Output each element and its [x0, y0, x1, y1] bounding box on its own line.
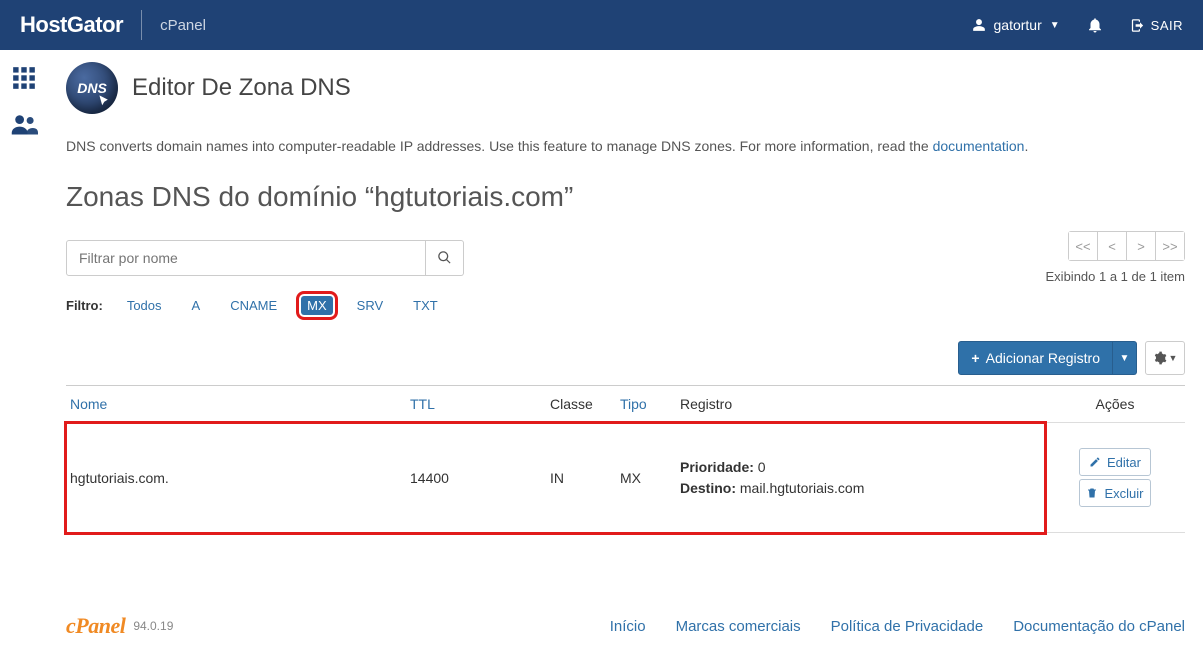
rail-users-button[interactable] — [10, 110, 38, 138]
documentation-link[interactable]: documentation — [933, 138, 1025, 154]
col-header-type[interactable]: Tipo — [616, 386, 676, 423]
search-button[interactable] — [426, 240, 464, 276]
section-title: Zonas DNS do domínio “hgtutoriais.com” — [66, 181, 1185, 213]
filter-item-cname[interactable]: CNAME — [224, 296, 283, 315]
footer-link[interactable]: Marcas comerciais — [676, 618, 801, 635]
add-record-label: Adicionar Registro — [986, 350, 1100, 366]
grid-icon — [11, 65, 37, 91]
col-header-record: Registro — [676, 386, 1045, 423]
logout-button[interactable]: SAIR — [1130, 18, 1183, 33]
record-dest-value: mail.hgtutoriais.com — [740, 480, 865, 496]
user-menu[interactable]: gatortur ▼ — [972, 17, 1060, 33]
side-rail — [0, 50, 48, 663]
filter-item-mx[interactable]: MX — [301, 296, 333, 315]
brand-gator: Gator — [67, 12, 123, 38]
search-icon — [437, 250, 452, 265]
desc-text: DNS converts domain names into computer-… — [66, 138, 933, 154]
footer-link[interactable]: Início — [610, 618, 646, 635]
cell-name: hgtutoriais.com. — [66, 423, 406, 533]
pagination-count-text: Exibindo 1 a 1 de 1 item — [1046, 269, 1185, 284]
footer-link[interactable]: Documentação do cPanel — [1013, 618, 1185, 635]
footer-link[interactable]: Política de Privacidade — [831, 618, 984, 635]
edit-button[interactable]: Editar — [1079, 448, 1151, 476]
cell-type: MX — [616, 423, 676, 533]
rail-apps-button[interactable] — [10, 64, 38, 92]
record-dest-label: Destino: — [680, 480, 736, 496]
cpanel-logo: cPanel — [66, 613, 125, 639]
add-record-group: + Adicionar Registro ▼ — [958, 341, 1137, 375]
footer-links: Início Marcas comerciais Política de Priva… — [610, 618, 1185, 635]
logout-label: SAIR — [1151, 18, 1183, 33]
record-priority-label: Prioridade: — [680, 459, 754, 475]
col-header-name[interactable]: Nome — [66, 386, 406, 423]
top-bar: HostGator cPanel gatortur ▼ SAIR — [0, 0, 1203, 50]
cell-ttl: 14400 — [406, 423, 546, 533]
pencil-icon — [1089, 456, 1101, 468]
page-first-button[interactable]: << — [1068, 231, 1098, 261]
cursor-icon — [98, 94, 112, 108]
brand-divider — [141, 10, 142, 40]
add-record-button[interactable]: + Adicionar Registro — [958, 341, 1113, 375]
cpanel-version: 94.0.19 — [133, 619, 173, 633]
users-icon — [10, 112, 38, 136]
trash-icon — [1086, 487, 1098, 499]
filter-item-a[interactable]: A — [186, 296, 207, 315]
page-header: DNS Editor De Zona DNS — [66, 62, 1185, 114]
brand-host: Host — [20, 12, 67, 38]
bell-icon — [1086, 16, 1104, 34]
page-description: DNS converts domain names into computer-… — [66, 136, 1185, 157]
col-header-class: Classe — [546, 386, 616, 423]
filter-label: Filtro: — [66, 298, 103, 313]
dns-icon: DNS — [66, 62, 118, 114]
caret-down-icon: ▼ — [1169, 353, 1178, 363]
page-next-button[interactable]: > — [1126, 231, 1156, 261]
table-row: hgtutoriais.com.14400INMXPrioridade: 0 De… — [66, 423, 1185, 533]
page-title: Editor De Zona DNS — [132, 74, 351, 102]
search-group — [66, 240, 464, 276]
cell-actions: Editar Excluir — [1045, 423, 1185, 533]
col-header-actions: Ações — [1045, 386, 1185, 423]
product-label: cPanel — [160, 17, 206, 34]
settings-button[interactable]: ▼ — [1145, 341, 1185, 375]
delete-button[interactable]: Excluir — [1079, 479, 1151, 507]
brand-logo[interactable]: HostGator — [20, 12, 123, 38]
cell-class: IN — [546, 423, 616, 533]
filter-line: Filtro: Todos A CNAME MX SRV TXT — [66, 296, 1185, 315]
pagination: << < > >> — [1068, 231, 1185, 261]
filter-item-todos[interactable]: Todos — [121, 296, 168, 315]
page-prev-button[interactable]: < — [1097, 231, 1127, 261]
logout-icon — [1130, 18, 1145, 33]
delete-label: Excluir — [1104, 486, 1143, 501]
desc-suffix: . — [1024, 138, 1028, 154]
add-record-dropdown-button[interactable]: ▼ — [1113, 341, 1137, 375]
search-input[interactable] — [66, 240, 426, 276]
col-header-ttl[interactable]: TTL — [406, 386, 546, 423]
filter-item-srv[interactable]: SRV — [351, 296, 390, 315]
dns-table: Nome TTL Classe Tipo Registro Ações hgtu… — [66, 385, 1185, 533]
caret-down-icon: ▼ — [1050, 20, 1060, 31]
page-last-button[interactable]: >> — [1155, 231, 1185, 261]
notifications-button[interactable] — [1086, 16, 1104, 34]
filter-item-txt[interactable]: TXT — [407, 296, 444, 315]
user-name: gatortur — [994, 17, 1042, 33]
plus-icon: + — [971, 350, 979, 366]
gear-icon — [1153, 351, 1167, 365]
cell-record: Prioridade: 0 Destino: mail.hgtutoriais.c… — [676, 423, 1045, 533]
footer: cPanel 94.0.19 Início Marcas comerciais Po… — [66, 613, 1185, 639]
record-priority-value: 0 — [758, 459, 766, 475]
user-icon — [972, 18, 986, 32]
caret-down-icon: ▼ — [1120, 353, 1130, 364]
edit-label: Editar — [1107, 455, 1141, 470]
